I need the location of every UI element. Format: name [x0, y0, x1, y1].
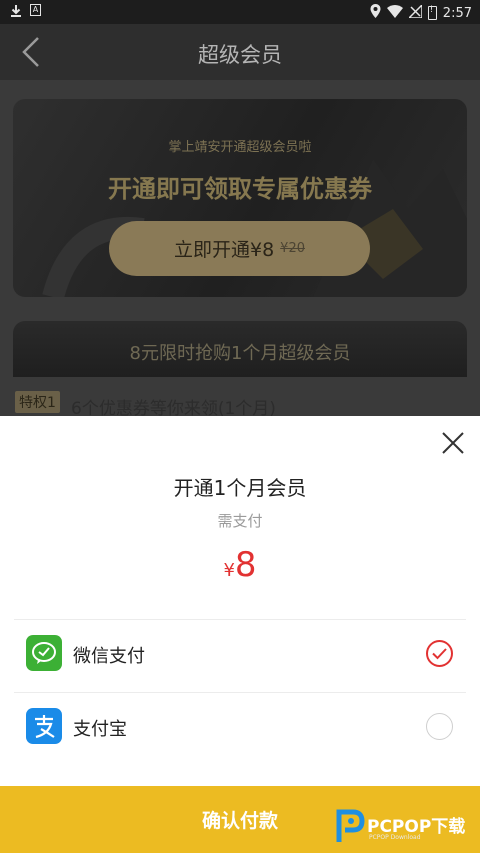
battery-icon [427, 5, 437, 20]
payment-label: 微信支付 [73, 646, 145, 667]
unselected-radio-icon [426, 713, 453, 740]
alipay-icon [26, 708, 62, 744]
promo-title: 开通即可领取专属优惠券 [108, 175, 372, 203]
watermark: PCPOP下载 PCPOP Download [333, 806, 480, 846]
open-membership-button[interactable]: 立即开通¥8 ¥20 [109, 221, 370, 276]
location-icon [370, 4, 381, 22]
wifi-icon [386, 4, 403, 22]
price: ¥8 [0, 545, 480, 585]
original-price: ¥20 [280, 241, 305, 256]
sheet-subtitle: 需支付 [217, 512, 263, 530]
price-amount: 8 [234, 545, 257, 585]
watermark-subtext: PCPOP Download [369, 834, 421, 841]
wechat-pay-icon [26, 635, 62, 671]
signal-icon [406, 2, 423, 22]
header: 超级会员 [0, 24, 480, 80]
status-time: 2:57 [442, 5, 472, 21]
close-button[interactable] [440, 430, 466, 456]
offer-text: 8元限时抢购1个月超级会员 [129, 343, 351, 364]
confirm-label: 确认付款 [201, 810, 278, 832]
pcpop-logo-icon [336, 809, 365, 842]
price-currency: ¥ [223, 560, 235, 581]
open-button-label: 立即开通¥8 [173, 239, 275, 261]
payment-option-wechat[interactable]: 微信支付 [0, 619, 480, 689]
promo-subtitle: 掌上靖安开通超级会员啦 [168, 140, 312, 155]
selected-check-icon [426, 640, 453, 667]
privilege-tag: 特权1 [15, 391, 60, 413]
download-icon [10, 4, 22, 18]
payment-option-alipay[interactable]: 支付宝 [0, 692, 480, 762]
close-icon [442, 432, 464, 454]
status-bar: A 2:57 [0, 0, 480, 24]
app-notification-icon: A [30, 4, 41, 16]
sheet-title: 开通1个月会员 [173, 476, 307, 500]
payment-label: 支付宝 [73, 719, 127, 740]
page-title: 超级会员 [198, 43, 282, 67]
